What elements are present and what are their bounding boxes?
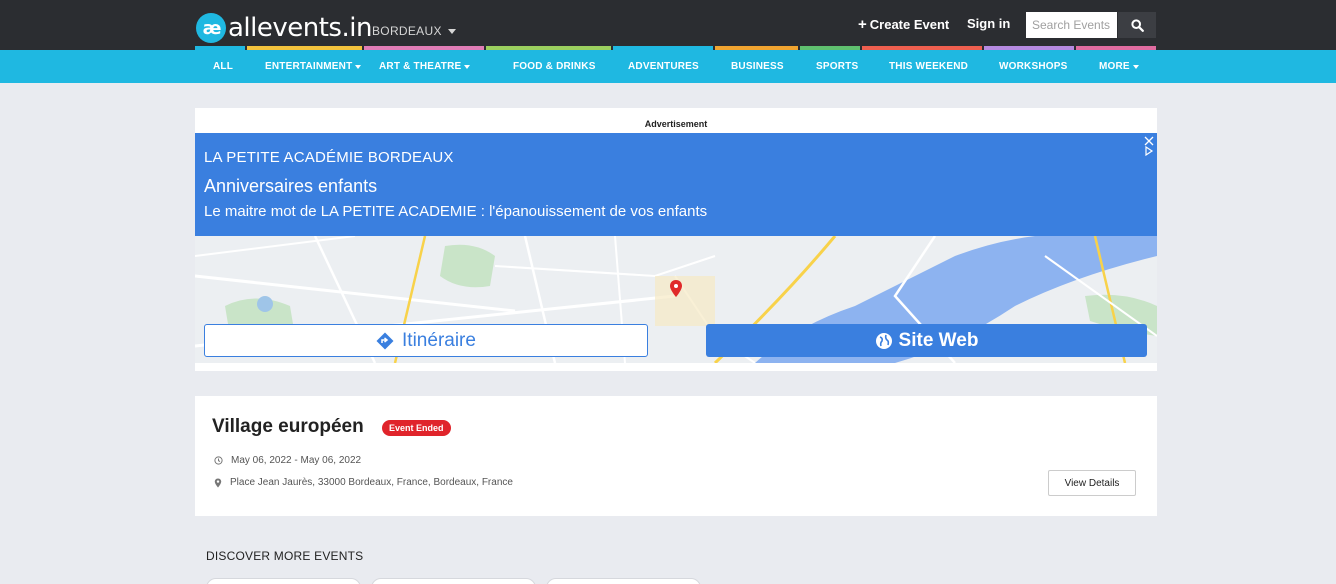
sign-in-link[interactable]: Sign in bbox=[967, 16, 1010, 31]
nav-item-sports[interactable]: SPORTS bbox=[816, 61, 858, 72]
website-button[interactable]: Site Web bbox=[706, 324, 1147, 357]
view-details-button[interactable]: View Details bbox=[1048, 470, 1136, 496]
nav-item-label: ALL bbox=[213, 61, 234, 72]
nav-item-label: ADVENTURES bbox=[628, 61, 699, 72]
event-title[interactable]: Village européen bbox=[212, 416, 364, 438]
ad-banner[interactable]: LA PETITE ACADÉMIE BORDEAUX Anniversaire… bbox=[195, 133, 1157, 236]
nav-item-all[interactable]: ALL bbox=[213, 61, 233, 72]
search-button[interactable] bbox=[1118, 12, 1156, 38]
nav-item-label: THIS WEEKEND bbox=[889, 61, 969, 72]
ad-org-name: LA PETITE ACADÉMIE BORDEAUX bbox=[204, 149, 454, 166]
discover-heading: DISCOVER MORE EVENTS bbox=[206, 549, 364, 563]
event-location-row: Place Jean Jaurès, 33000 Bordeaux, Franc… bbox=[214, 477, 513, 488]
directions-icon bbox=[376, 332, 394, 349]
ad-label: Advertisement bbox=[644, 119, 708, 129]
city-label: BORDEAUX bbox=[372, 24, 442, 38]
chevron-down-icon bbox=[1132, 64, 1139, 69]
create-event-link[interactable]: + Create Event bbox=[858, 16, 949, 33]
globe-icon bbox=[875, 332, 892, 349]
discover-pill[interactable] bbox=[546, 578, 701, 584]
chevron-down-icon bbox=[464, 64, 471, 69]
top-header: æ allevents.in BORDEAUX + Create Event S… bbox=[0, 0, 1336, 50]
close-icon bbox=[1144, 136, 1153, 146]
nav-item-this-weekend[interactable]: THIS WEEKEND bbox=[889, 61, 968, 72]
nav-item-label: ART & THEATRE bbox=[379, 61, 462, 72]
city-selector[interactable]: BORDEAUX bbox=[372, 24, 456, 38]
chevron-down-icon bbox=[447, 28, 456, 34]
logo-mark-icon: æ bbox=[196, 13, 226, 43]
create-event-label: Create Event bbox=[869, 17, 950, 32]
ad-map[interactable]: Itinéraire Site Web bbox=[195, 236, 1157, 363]
event-card: Village européen Event Ended May 06, 202… bbox=[195, 396, 1157, 516]
status-badge: Event Ended bbox=[382, 420, 451, 436]
nav-item-entertainment[interactable]: ENTERTAINMENT bbox=[265, 61, 362, 72]
ad-choices-icon bbox=[1144, 146, 1153, 156]
directions-label: Itinéraire bbox=[402, 329, 476, 351]
event-date: May 06, 2022 - May 06, 2022 bbox=[231, 455, 362, 466]
directions-button[interactable]: Itinéraire bbox=[204, 324, 648, 357]
site-logo[interactable]: æ allevents.in bbox=[196, 12, 372, 44]
event-location: Place Jean Jaurès, 33000 Bordeaux, Franc… bbox=[230, 477, 513, 488]
category-nav: ALL ENTERTAINMENT ART & THEATRE FOOD & D… bbox=[0, 50, 1336, 83]
nav-item-label: BUSINESS bbox=[731, 61, 784, 72]
plus-icon: + bbox=[858, 16, 867, 33]
discover-pill[interactable] bbox=[371, 578, 536, 584]
advertisement: Advertisement LA PETITE ACADÉMIE BORDEAU… bbox=[195, 108, 1157, 371]
nav-item-label: FOOD & DRINKS bbox=[513, 61, 596, 72]
website-label: Site Web bbox=[898, 329, 979, 351]
nav-item-label: WORKSHOPS bbox=[999, 61, 1068, 72]
search-icon bbox=[1130, 18, 1144, 32]
nav-item-art-theatre[interactable]: ART & THEATRE bbox=[379, 61, 471, 72]
map-pin-icon bbox=[214, 478, 222, 488]
clock-icon bbox=[214, 456, 223, 465]
search-input[interactable] bbox=[1026, 12, 1117, 38]
ad-title: Anniversaires enfants bbox=[204, 176, 378, 196]
nav-item-label: SPORTS bbox=[816, 61, 859, 72]
nav-item-workshops[interactable]: WORKSHOPS bbox=[999, 61, 1067, 72]
nav-item-business[interactable]: BUSINESS bbox=[731, 61, 784, 72]
logo-text: allevents.in bbox=[228, 13, 372, 43]
nav-item-adventures[interactable]: ADVENTURES bbox=[628, 61, 699, 72]
event-date-row: May 06, 2022 - May 06, 2022 bbox=[214, 455, 361, 466]
discover-pill[interactable] bbox=[206, 578, 361, 584]
chevron-down-icon bbox=[355, 64, 362, 69]
ad-description: Le maitre mot de LA PETITE ACADEMIE : l'… bbox=[204, 203, 708, 220]
nav-item-more[interactable]: MORE bbox=[1099, 61, 1139, 72]
nav-item-label: MORE bbox=[1099, 61, 1130, 72]
nav-item-food-drinks[interactable]: FOOD & DRINKS bbox=[513, 61, 596, 72]
nav-item-label: ENTERTAINMENT bbox=[265, 61, 353, 72]
ad-close-button[interactable] bbox=[1143, 136, 1154, 158]
